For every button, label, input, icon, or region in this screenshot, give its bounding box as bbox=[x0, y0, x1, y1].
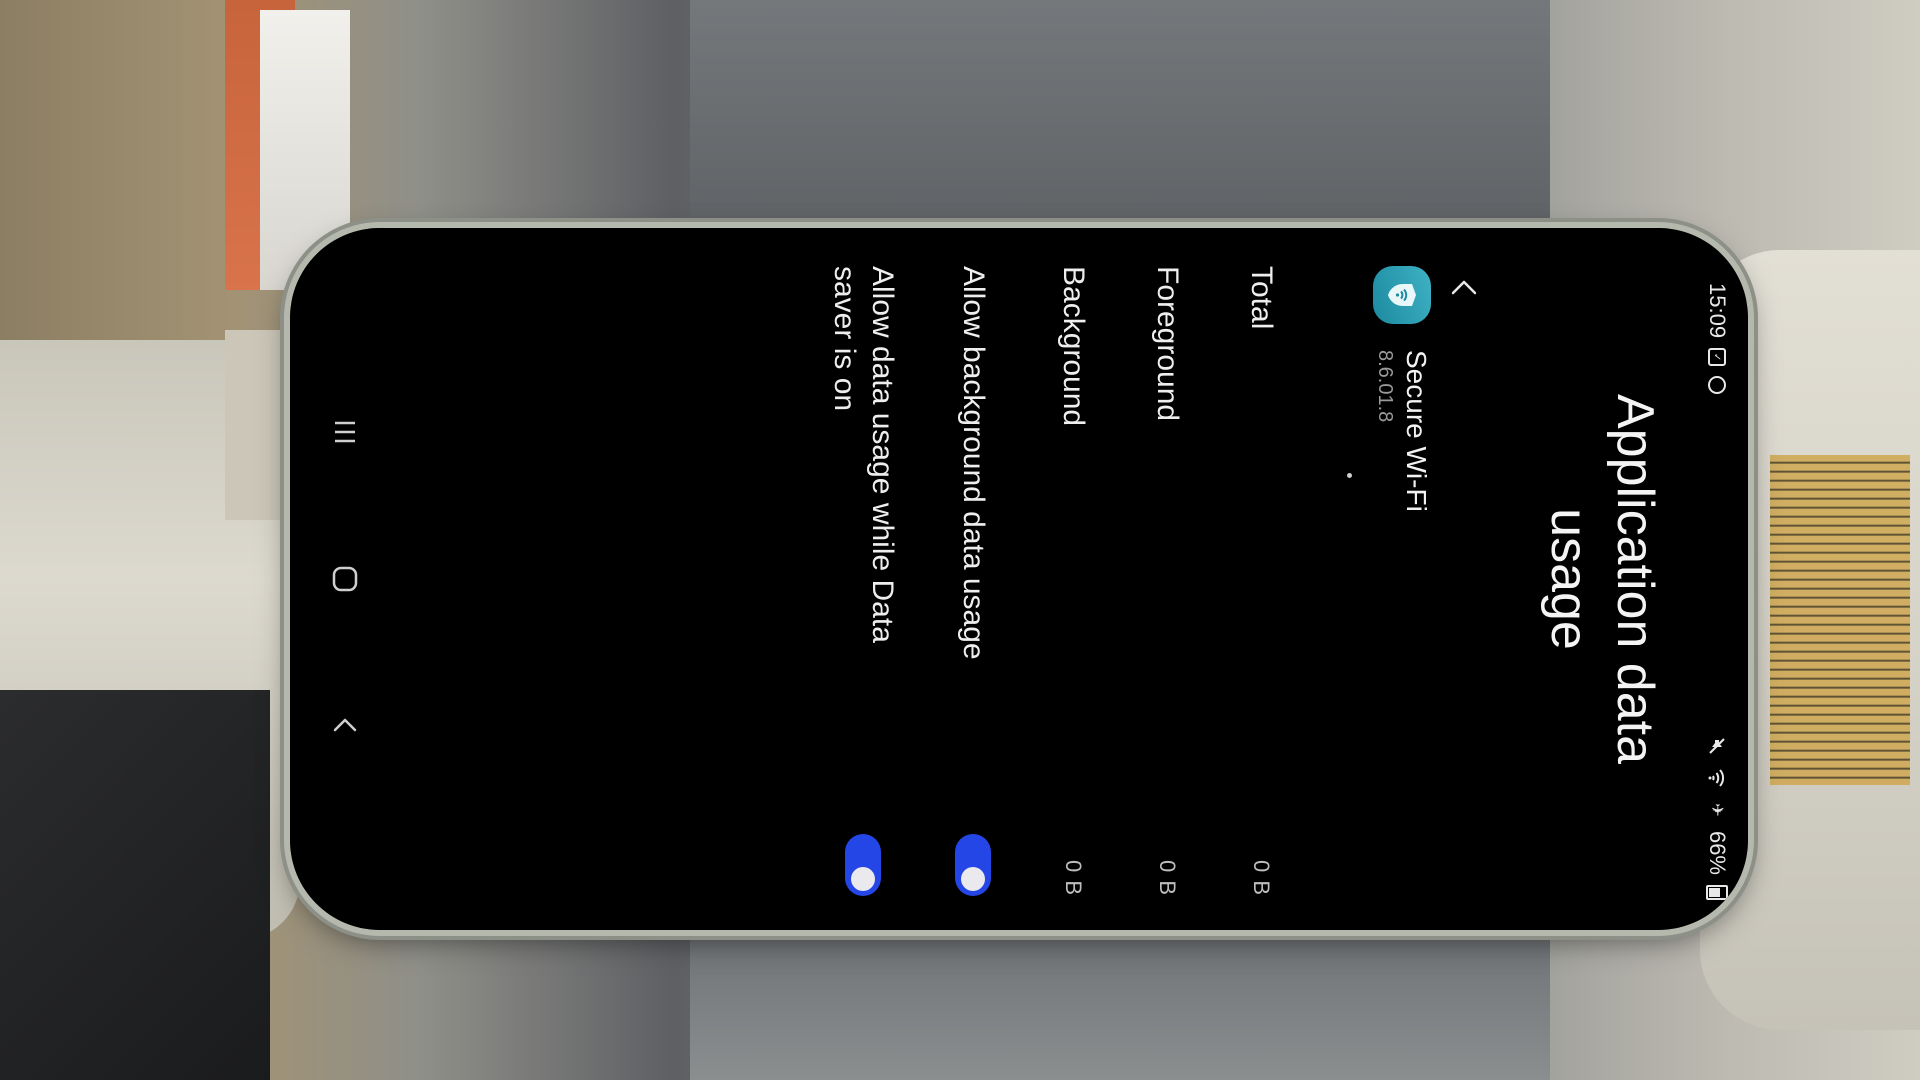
dark-equipment bbox=[0, 690, 270, 1080]
warning-sticker bbox=[1770, 455, 1910, 785]
chevron-left-icon bbox=[1451, 280, 1477, 295]
phone: 15:09 ✓ ✈ 66% Application data usage Sec… bbox=[290, 228, 1748, 930]
usage-value: 0 B bbox=[1249, 859, 1274, 896]
back-arrow-icon bbox=[333, 719, 357, 732]
toggle-list: Allow background data usage Allow data u… bbox=[808, 266, 1028, 896]
app-info: Secure Wi-Fi 8.6.01.8 bbox=[1373, 266, 1432, 512]
usage-label: Total bbox=[1245, 266, 1278, 330]
phone-holder-bracket bbox=[225, 330, 290, 520]
shield-wifi-icon bbox=[1388, 284, 1417, 306]
sync-icon bbox=[1708, 376, 1726, 395]
recent-apps-button[interactable] bbox=[315, 402, 375, 462]
app-text: Secure Wi-Fi 8.6.01.8 bbox=[1373, 350, 1432, 512]
switch-knob bbox=[851, 867, 875, 891]
toggle-row-data-saver[interactable]: Allow data usage while Data saver is on bbox=[808, 266, 918, 896]
nav-back-button[interactable] bbox=[315, 696, 375, 756]
page-title: Application data usage bbox=[1540, 393, 1664, 765]
wifi-icon bbox=[1706, 767, 1728, 789]
status-time: 15:09 bbox=[1705, 283, 1730, 339]
navigation-bar bbox=[290, 228, 400, 930]
divider-dot bbox=[1347, 473, 1352, 478]
app-name: Secure Wi-Fi bbox=[1401, 350, 1432, 512]
usage-label: Background bbox=[1057, 266, 1090, 427]
secure-wifi-app-icon bbox=[1373, 266, 1432, 324]
status-left: 15:09 ✓ bbox=[1704, 283, 1730, 395]
usage-value: 0 B bbox=[1061, 859, 1086, 896]
toggle-row-background-data[interactable]: Allow background data usage bbox=[918, 266, 1028, 896]
app-version: 8.6.01.8 bbox=[1374, 350, 1396, 423]
status-right: ✈ 66% bbox=[1704, 735, 1730, 900]
status-bar: 15:09 ✓ ✈ 66% bbox=[1700, 283, 1734, 900]
usage-row-total: Total 0 B bbox=[1214, 266, 1308, 896]
usage-list: Total 0 B Foreground 0 B Background 0 B bbox=[1026, 266, 1308, 896]
home-button[interactable] bbox=[315, 549, 375, 609]
toggle-label: Allow data usage while Data saver is on bbox=[828, 266, 899, 643]
usage-row-background: Background 0 B bbox=[1026, 266, 1120, 896]
home-icon bbox=[332, 566, 358, 592]
back-button[interactable] bbox=[1442, 266, 1486, 310]
camera-scene: 15:09 ✓ ✈ 66% Application data usage Sec… bbox=[0, 0, 1920, 1080]
phone-screen: 15:09 ✓ ✈ 66% Application data usage Sec… bbox=[290, 228, 1748, 930]
notification-icon: ✓ bbox=[1708, 348, 1726, 367]
airplane-mode-icon: ✈ bbox=[1708, 803, 1725, 817]
usage-value: 0 B bbox=[1155, 859, 1180, 896]
mute-icon bbox=[1706, 735, 1728, 757]
metal-shelf-bottom bbox=[690, 930, 1550, 1080]
usage-row-foreground: Foreground 0 B bbox=[1120, 266, 1214, 896]
background-data-switch[interactable] bbox=[955, 834, 991, 896]
data-saver-switch[interactable] bbox=[845, 834, 881, 896]
battery-percentage: 66% bbox=[1705, 830, 1730, 875]
battery-icon bbox=[1706, 885, 1728, 900]
metal-shelf-top bbox=[690, 0, 1550, 230]
switch-knob bbox=[961, 867, 985, 891]
recent-apps-icon bbox=[335, 421, 355, 442]
toggle-label: Allow background data usage bbox=[957, 266, 990, 660]
usage-label: Foreground bbox=[1151, 266, 1184, 422]
